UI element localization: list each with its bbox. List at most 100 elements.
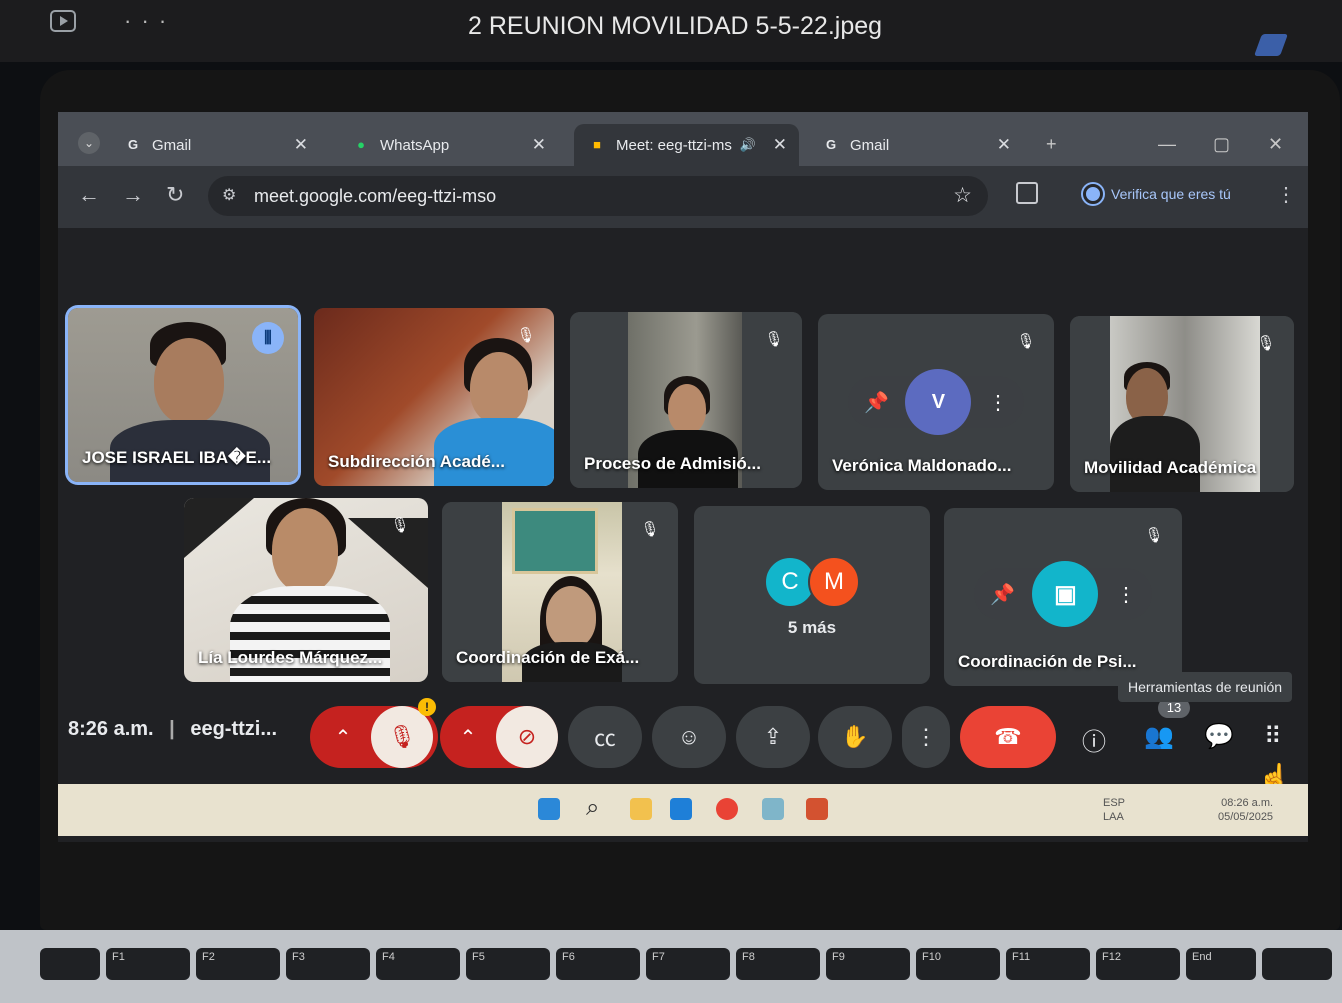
- tab-gmail-2[interactable]: G Gmail ✕: [808, 124, 1023, 166]
- participant-tile[interactable]: 🎙 Subdirección Acadé...: [314, 308, 554, 486]
- key: [40, 948, 100, 980]
- forward-icon[interactable]: →: [122, 182, 144, 208]
- close-icon[interactable]: ✕: [773, 135, 787, 155]
- participant-tile[interactable]: 🎙 Movilidad Académica: [1070, 316, 1294, 492]
- address-bar[interactable]: ⚙ meet.google.com/eeg-ttzi-mso ☆: [208, 176, 988, 216]
- tray-clock[interactable]: 08:26 a.m. 05/05/2025: [1218, 796, 1273, 824]
- more-participants-tile[interactable]: C M 5 más: [694, 506, 930, 684]
- tile-hover-controls: 📌 V ⋮: [848, 369, 1024, 435]
- key: F2: [196, 948, 280, 980]
- more-vert-icon: ⋮: [915, 724, 937, 749]
- key: [1262, 948, 1332, 980]
- warning-badge: !: [418, 698, 436, 716]
- key: F8: [736, 948, 820, 980]
- key: F7: [646, 948, 730, 980]
- more-participants-label: 5 más: [787, 618, 837, 637]
- language-indicator[interactable]: ESP LAA: [1103, 796, 1125, 824]
- chevron-up-icon[interactable]: ⌃: [315, 725, 371, 750]
- participant-name: Verónica Maldonado...: [832, 456, 1012, 475]
- chrome-icon[interactable]: [716, 798, 738, 820]
- avatar: M: [808, 556, 860, 608]
- mic-off-icon: 🎙: [1256, 335, 1276, 352]
- window-close-icon[interactable]: ✕: [1268, 134, 1283, 155]
- raise-hand-button[interactable]: ✋: [818, 706, 892, 768]
- reload-icon[interactable]: ↻: [166, 182, 184, 208]
- pin-icon[interactable]: 📌: [990, 582, 1015, 607]
- participant-name: Coordinación de Exá...: [456, 648, 640, 667]
- camera-toggle-button[interactable]: ⊘: [496, 706, 558, 768]
- google-icon: G: [825, 137, 837, 152]
- close-icon[interactable]: ✕: [532, 135, 546, 155]
- key: F6: [556, 948, 640, 980]
- camera-control: ⌃ ⊘: [440, 706, 558, 768]
- tray-date: 05/05/2025: [1218, 811, 1274, 823]
- tab-label: Meet: eeg-ttzi-ms: [616, 136, 732, 154]
- store-icon[interactable]: [670, 798, 692, 820]
- new-tab-button[interactable]: +: [1046, 134, 1057, 155]
- edit-icon[interactable]: [1253, 34, 1289, 56]
- participant-tile[interactable]: 🎙 📌 V ⋮ Verónica Maldonado...: [818, 314, 1054, 490]
- windows-taskbar: ⌕ ESP LAA 08:26 a.m. 05/05/2025: [58, 784, 1308, 836]
- close-icon[interactable]: ✕: [294, 135, 308, 155]
- audio-icon[interactable]: 🔊: [740, 137, 756, 153]
- captions-button[interactable]: ㏄: [568, 706, 642, 768]
- pin-icon[interactable]: 📌: [864, 390, 889, 415]
- participant-tile[interactable]: 🎙 📌 ▣ ⋮ Coordinación de Psi...: [944, 508, 1182, 686]
- lang2: LAA: [1103, 811, 1124, 823]
- key: F5: [466, 948, 550, 980]
- info-icon[interactable]: ⓘ: [1082, 722, 1106, 757]
- photo-viewer-bar: · · · 2 REUNION MOVILIDAD 5-5-22.jpeg: [0, 0, 1342, 62]
- more-avatars: C M: [694, 556, 930, 608]
- meeting-tools-tooltip: Herramientas de reunión: [1118, 672, 1293, 702]
- tab-whatsapp[interactable]: ● WhatsApp ✕: [338, 124, 558, 166]
- tab-label: Gmail: [850, 136, 890, 154]
- leave-call-button[interactable]: ☎: [960, 706, 1056, 768]
- emoji-icon: ☺: [677, 724, 701, 749]
- participant-tile[interactable]: 🎙 Lía Lourdes Márquez...: [184, 498, 428, 682]
- more-options-icon[interactable]: ⋮: [988, 390, 1008, 415]
- participant-name: Coordinación de Psi...: [958, 652, 1137, 671]
- minimize-icon[interactable]: —: [1158, 134, 1176, 155]
- participant-tile[interactable]: 🎙 Proceso de Admisió...: [570, 312, 802, 488]
- verify-identity-chip[interactable]: Verifica que eres tú: [1083, 184, 1231, 204]
- activities-icon[interactable]: ⠿: [1264, 722, 1282, 751]
- more-options-icon[interactable]: ⋮: [1116, 582, 1136, 607]
- maximize-icon[interactable]: ▢: [1213, 134, 1230, 155]
- mic-control: ⌃ 🎙 !: [310, 698, 438, 768]
- windows-start-icon[interactable]: [538, 798, 560, 820]
- present-button[interactable]: ⇪: [736, 706, 810, 768]
- key: F11: [1006, 948, 1090, 980]
- reactions-button[interactable]: ☺: [652, 706, 726, 768]
- whatsapp-icon: ●: [357, 137, 365, 152]
- participant-tile[interactable]: ⦀ JOSE ISRAEL IBA�E...: [68, 308, 298, 482]
- participant-tile[interactable]: 🎙 Coordinación de Exá...: [442, 502, 678, 682]
- hand-icon: ✋: [841, 724, 869, 749]
- extensions-icon[interactable]: [1016, 182, 1038, 204]
- chat-icon[interactable]: 💬: [1204, 722, 1234, 751]
- browser-menu-icon[interactable]: ⋮: [1276, 182, 1296, 207]
- people-icon[interactable]: 👥: [1144, 722, 1174, 751]
- powerpoint-icon[interactable]: [806, 798, 828, 820]
- lang: ESP: [1103, 797, 1126, 809]
- more-options-button[interactable]: ⋮: [902, 706, 950, 768]
- chevron-up-icon[interactable]: ⌃: [440, 725, 496, 750]
- bookmark-star-icon[interactable]: ☆: [953, 183, 972, 208]
- key: F4: [376, 948, 460, 980]
- image-title: 2 REUNION MOVILIDAD 5-5-22.jpeg: [468, 12, 883, 40]
- verify-label: Verifica que eres tú: [1111, 186, 1231, 202]
- close-icon[interactable]: ✕: [997, 135, 1011, 155]
- participant-name: Movilidad Académica: [1084, 458, 1257, 477]
- slideshow-icon[interactable]: [50, 10, 76, 32]
- more-options-button[interactable]: · · ·: [124, 8, 168, 34]
- tab-search-icon[interactable]: ⌄: [78, 132, 100, 154]
- app-icon[interactable]: [762, 798, 784, 820]
- key: F12: [1096, 948, 1180, 980]
- file-explorer-icon[interactable]: [630, 798, 652, 820]
- search-icon[interactable]: ⌕: [586, 794, 599, 822]
- site-info-icon[interactable]: ⚙: [222, 185, 236, 205]
- tab-meet[interactable]: ■ Meet: eeg-ttzi-ms 🔊 ✕: [574, 124, 799, 166]
- back-icon[interactable]: ←: [78, 182, 100, 208]
- captions-icon: ㏄: [593, 726, 616, 751]
- key: F1: [106, 948, 190, 980]
- tab-gmail-1[interactable]: G Gmail ✕: [110, 124, 320, 166]
